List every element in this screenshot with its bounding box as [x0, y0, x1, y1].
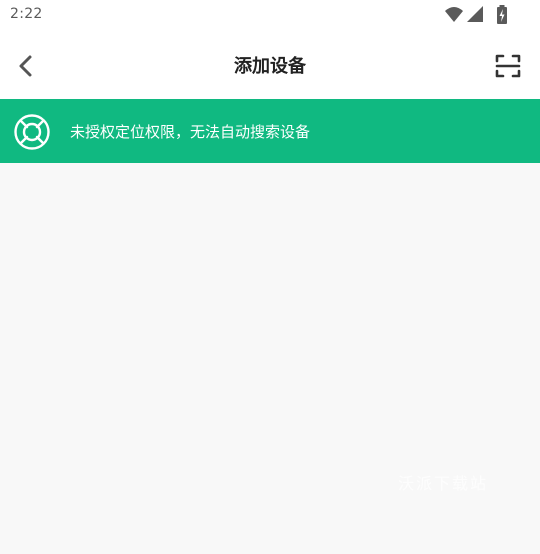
- screen: 2:22 添加设备 未授权定位权限，无法自动搜索设备 沃派下载站: [0, 0, 540, 554]
- status-time: 2:22: [10, 6, 43, 22]
- device-list-area: 沃派下载站: [0, 163, 540, 554]
- signal-icon: [467, 6, 483, 22]
- scan-frame-icon: [495, 54, 521, 78]
- watermark: 沃派下载站: [398, 474, 489, 493]
- app-bar: 添加设备: [0, 30, 540, 99]
- status-bar: 2:22: [0, 0, 540, 30]
- wifi-icon: [445, 7, 463, 22]
- location-permission-banner[interactable]: 未授权定位权限，无法自动搜索设备: [0, 99, 540, 163]
- battery-charging-icon: [497, 5, 507, 24]
- page-title: 添加设备: [234, 56, 306, 77]
- banner-message: 未授权定位权限，无法自动搜索设备: [70, 123, 311, 141]
- scan-button[interactable]: [492, 50, 524, 82]
- location-target-icon: [14, 114, 50, 150]
